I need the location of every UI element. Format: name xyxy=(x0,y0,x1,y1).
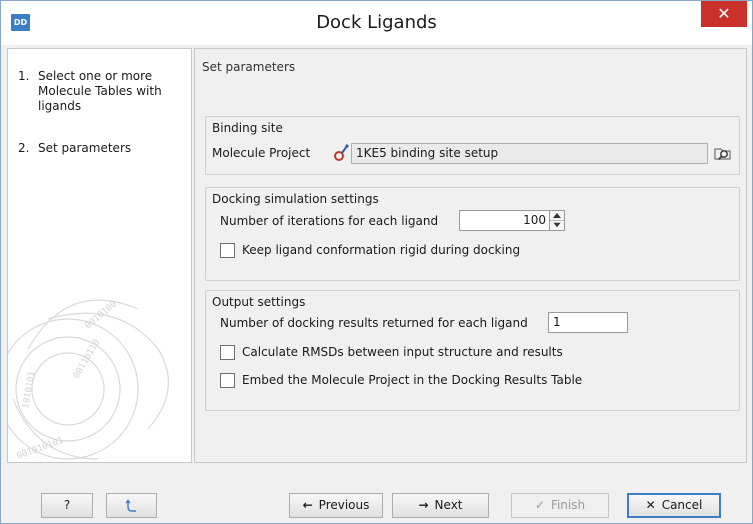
section-heading: Set parameters xyxy=(202,60,296,74)
cancel-button[interactable]: ✕ Cancel xyxy=(627,493,721,518)
cancel-label: Cancel xyxy=(661,498,703,512)
spin-up-icon[interactable] xyxy=(550,211,564,220)
step-number: 1. xyxy=(18,69,30,83)
svg-text:00110110: 00110110 xyxy=(72,338,102,381)
molecule-project-label: Molecule Project xyxy=(212,146,311,160)
arrow-right-icon: → xyxy=(418,498,429,512)
embed-project-checkbox[interactable] xyxy=(220,373,235,388)
iterations-label: Number of iterations for each ligand xyxy=(220,214,439,228)
docking-settings-title: Docking simulation settings xyxy=(212,192,379,206)
arrow-left-icon: ← xyxy=(302,498,313,512)
svg-text:0010100: 0010100 xyxy=(84,299,119,331)
iterations-value[interactable]: 100 xyxy=(523,213,546,227)
calculate-rmsd-checkbox[interactable] xyxy=(220,345,235,360)
close-icon: ✕ xyxy=(717,4,731,23)
next-label: Next xyxy=(434,498,463,512)
previous-button[interactable]: ← Previous xyxy=(289,493,383,518)
title-bar[interactable]: DD Dock Ligands ✕ xyxy=(1,1,752,45)
step-label: Select one or more Molecule Tables with … xyxy=(38,69,162,113)
keep-rigid-checkbox[interactable] xyxy=(220,243,235,258)
output-settings-group: Output settings Number of docking result… xyxy=(205,290,740,411)
reset-arrow-icon xyxy=(124,498,136,512)
dock-ligands-dialog: DD Dock Ligands ✕ 1. Select one or more … xyxy=(0,0,753,524)
help-button[interactable]: ? xyxy=(41,493,93,518)
results-count-label: Number of docking results returned for e… xyxy=(220,316,528,330)
binding-site-group: Binding site Molecule Project 1KE5 bindi… xyxy=(205,116,740,175)
x-icon: ✕ xyxy=(645,498,656,512)
browse-folder-icon[interactable] xyxy=(713,143,733,163)
step-number: 2. xyxy=(18,141,30,155)
spinner-buttons xyxy=(549,211,564,230)
keep-rigid-label[interactable]: Keep ligand conformation rigid during do… xyxy=(242,243,520,257)
step-label: Set parameters xyxy=(38,141,132,155)
dialog-title: Dock Ligands xyxy=(316,12,437,33)
binding-site-title: Binding site xyxy=(212,121,283,135)
results-count-field[interactable]: 1 xyxy=(548,312,628,333)
parameters-panel: Set parameters Binding site Molecule Pro… xyxy=(194,48,747,463)
molecule-project-icon xyxy=(334,144,349,161)
finish-button[interactable]: ✓ Finish xyxy=(511,493,609,518)
previous-label: Previous xyxy=(318,498,370,512)
embed-project-label[interactable]: Embed the Molecule Project in the Dockin… xyxy=(242,373,582,387)
spin-down-icon[interactable] xyxy=(550,220,564,229)
finish-label: Finish xyxy=(550,498,586,512)
molecule-project-field[interactable]: 1KE5 binding site setup xyxy=(351,143,708,164)
output-settings-title: Output settings xyxy=(212,295,306,309)
reset-button[interactable] xyxy=(106,493,157,518)
close-button[interactable]: ✕ xyxy=(701,1,747,27)
wizard-steps-panel: 1. Select one or more Molecule Tables wi… xyxy=(7,48,192,463)
calculate-rmsd-label[interactable]: Calculate RMSDs between input structure … xyxy=(242,345,563,359)
next-button[interactable]: → Next xyxy=(392,493,489,518)
docking-settings-group: Docking simulation settings Number of it… xyxy=(205,187,740,281)
iterations-spinner[interactable]: 100 xyxy=(459,210,565,231)
decorative-spiral-artwork: 0010100 00110110 1010101 001010101 xyxy=(8,299,169,462)
checkmark-icon: ✓ xyxy=(534,498,545,512)
